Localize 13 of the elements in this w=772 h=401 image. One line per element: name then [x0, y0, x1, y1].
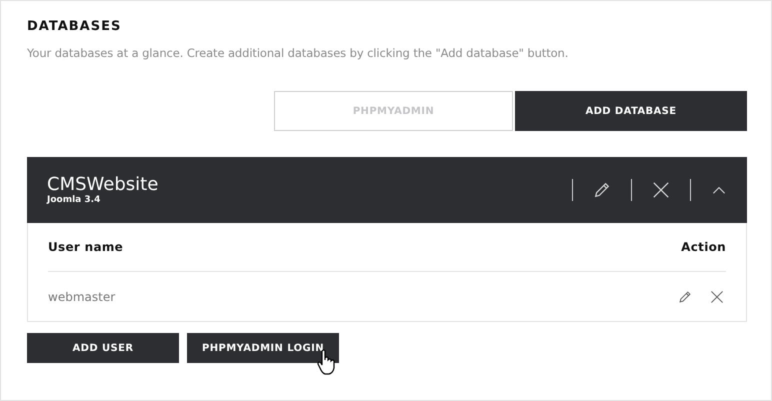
column-header: User name [48, 240, 124, 254]
edit-icon[interactable] [678, 290, 692, 304]
section-title: DATABASES [27, 19, 122, 36]
add-user-button[interactable]: ADD USER [27, 333, 179, 363]
table-cell: webmaster [48, 290, 116, 304]
column-header: Action [681, 240, 726, 254]
section-description: Your databases at a glance. Create additional databases by clicking the "Add database" button. [27, 46, 570, 60]
database-name: CMSWebsite [47, 175, 158, 195]
database-subtitle: Joomla 3.4 [47, 195, 102, 205]
phpmyadmin-login-button[interactable]: PHPMYADMIN LOGIN [187, 333, 339, 363]
add-database-button[interactable]: ADD DATABASE [515, 91, 747, 131]
edit-icon[interactable] [593, 181, 611, 199]
close-icon[interactable] [710, 290, 724, 304]
